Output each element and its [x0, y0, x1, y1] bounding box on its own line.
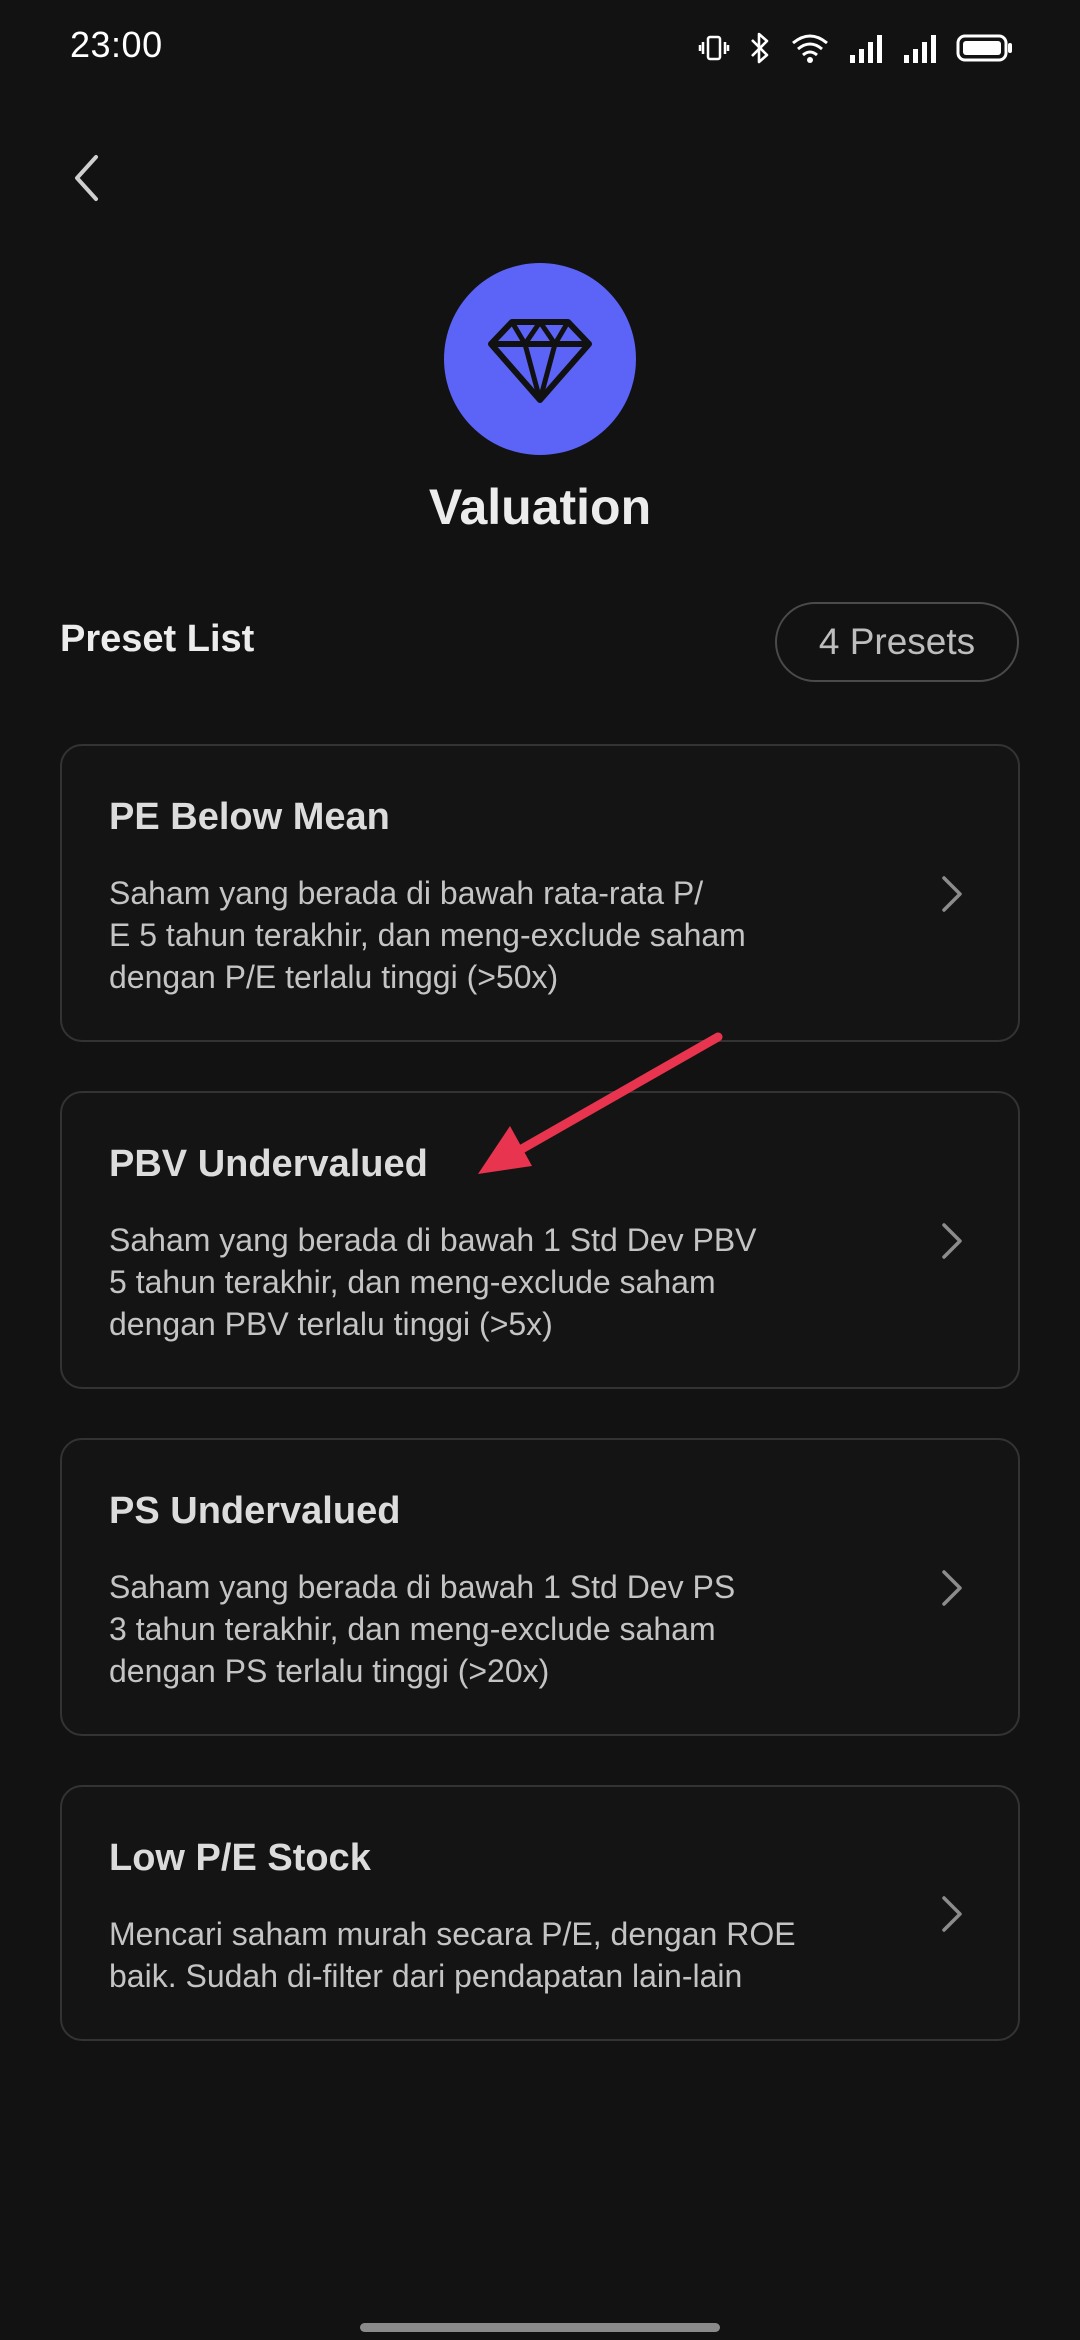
vibrate-icon	[698, 35, 730, 61]
bluetooth-icon	[751, 32, 769, 64]
preset-card-title: Low P/E Stock	[109, 1837, 371, 1879]
preset-card-low-pe-stock[interactable]: Low P/E Stock Mencari saham murah secara…	[60, 1785, 1020, 2041]
back-button[interactable]	[56, 148, 116, 208]
signal-icon	[850, 35, 882, 63]
page-title: Valuation	[428, 479, 652, 535]
category-icon	[444, 263, 636, 455]
chevron-left-icon	[75, 155, 98, 201]
preset-card-title: PE Below Mean	[109, 796, 390, 838]
chevron-right-icon	[942, 1223, 962, 1259]
status-time: 23:00	[70, 24, 163, 65]
preset-card-description: Mencari saham murah secara P/E, dengan R…	[109, 1916, 796, 1994]
preset-card-description: Saham yang berada di bawah rata-rata P/ …	[109, 875, 746, 995]
preset-count-badge: 4 Presets	[775, 602, 1019, 682]
diamond-icon	[488, 319, 592, 403]
preset-list-label: Preset List	[60, 618, 255, 660]
status-bar: 23:00	[0, 0, 1080, 96]
preset-card-title: PS Undervalued	[109, 1490, 401, 1532]
preset-card-description: Saham yang berada di bawah 1 Std Dev PS …	[109, 1569, 736, 1689]
home-indicator[interactable]	[360, 2323, 720, 2332]
battery-icon	[956, 34, 1012, 62]
status-icons	[698, 28, 1014, 68]
preset-card-ps-undervalued[interactable]: PS Undervalued Saham yang berada di bawa…	[60, 1438, 1020, 1736]
signal-icon	[904, 35, 936, 63]
chevron-right-icon	[942, 1570, 962, 1606]
chevron-right-icon	[942, 1896, 962, 1932]
preset-card-pe-below-mean[interactable]: PE Below Mean Saham yang berada di bawah…	[60, 744, 1020, 1042]
preset-card-title: PBV Undervalued	[109, 1143, 428, 1185]
wifi-icon	[792, 34, 828, 63]
preset-card-description: Saham yang berada di bawah 1 Std Dev PBV…	[109, 1222, 757, 1342]
chevron-right-icon	[942, 876, 962, 912]
preset-card-pbv-undervalued[interactable]: PBV Undervalued Saham yang berada di baw…	[60, 1091, 1020, 1389]
